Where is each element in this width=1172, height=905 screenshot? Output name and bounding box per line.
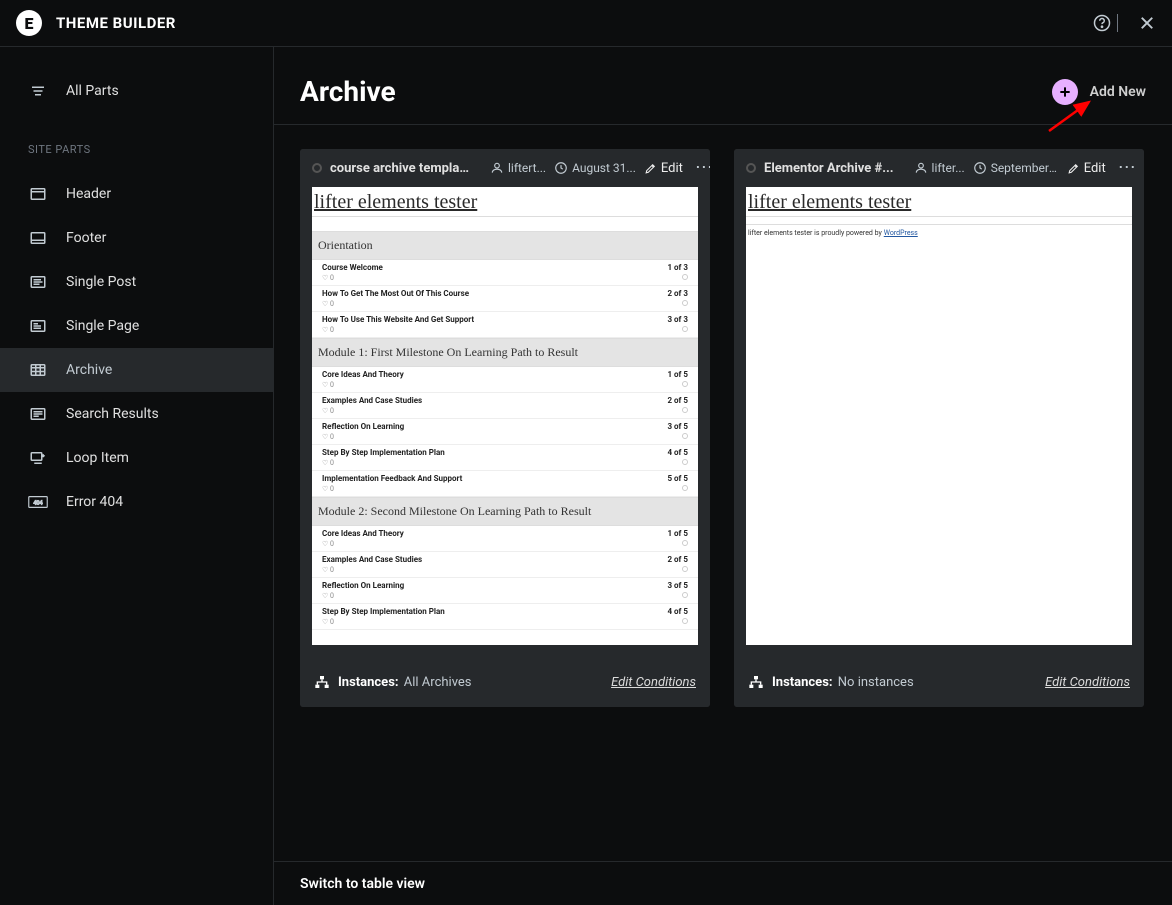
pencil-icon: [1067, 162, 1080, 175]
instances-text: Instances: All Archives: [338, 675, 472, 690]
sitemap-icon: [748, 674, 764, 690]
card-author: liftert...: [490, 161, 546, 175]
sidebar-item-archive[interactable]: Archive: [0, 348, 273, 392]
cards-grid: course archive templa... liftert... Augu…: [274, 125, 1172, 861]
page-title: Archive: [300, 75, 396, 108]
clock-icon: [554, 161, 568, 175]
sidebar-item-single-page[interactable]: Single Page: [0, 304, 273, 348]
status-dot: [312, 163, 322, 173]
single-post-icon: [28, 273, 48, 291]
sidebar-item-label: Footer: [66, 230, 106, 246]
bottom-bar: Switch to table view: [274, 861, 1172, 905]
loop-item-icon: [28, 449, 48, 467]
card-author: lifter...: [914, 161, 965, 175]
sidebar-item-loop-item[interactable]: Loop Item: [0, 436, 273, 480]
sidebar-item-label: Loop Item: [66, 450, 129, 466]
add-new-label: Add New: [1090, 84, 1146, 100]
user-icon: [914, 161, 928, 175]
sidebar-item-label: Single Post: [66, 274, 136, 290]
card-date: August 31...: [554, 161, 636, 175]
switch-to-table-view[interactable]: Switch to table view: [300, 876, 425, 892]
sitemap-icon: [314, 674, 330, 690]
status-dot: [746, 163, 756, 173]
card-title[interactable]: Elementor Archive #...: [764, 161, 894, 176]
single-page-icon: [28, 317, 48, 335]
sidebar-item-label: Header: [66, 186, 111, 202]
close-icon[interactable]: [1138, 14, 1156, 32]
main-area: Archive Add New course archive templa...: [274, 47, 1172, 905]
card-title[interactable]: course archive templa...: [330, 161, 470, 176]
edit-conditions-link[interactable]: Edit Conditions: [1045, 675, 1130, 690]
help-icon[interactable]: [1093, 14, 1111, 32]
more-options-button[interactable]: ⋯: [1114, 159, 1141, 177]
sidebar-item-footer[interactable]: Footer: [0, 216, 273, 260]
pencil-icon: [644, 162, 657, 175]
instances-text: Instances: No instances: [772, 675, 914, 690]
sidebar-item-search-results[interactable]: Search Results: [0, 392, 273, 436]
preview-site-title: lifter elements tester: [746, 187, 1132, 217]
template-card: Elementor Archive #... lifter... Septemb…: [734, 149, 1144, 707]
page-header: Archive Add New: [274, 47, 1172, 125]
sidebar-item-label: Single Page: [66, 318, 139, 334]
error-404-icon: 404: [28, 495, 48, 509]
top-bar: E THEME BUILDER: [0, 0, 1172, 47]
preview-powered-by: lifter elements tester is proudly powere…: [746, 225, 1132, 241]
card-footer: Instances: No instances Edit Conditions: [734, 657, 1144, 707]
search-results-icon: [28, 405, 48, 423]
sidebar-item-single-post[interactable]: Single Post: [0, 260, 273, 304]
card-header: course archive templa... liftert... Augu…: [300, 149, 710, 187]
clock-icon: [973, 161, 987, 175]
header-icon: [28, 185, 48, 203]
template-card: course archive templa... liftert... Augu…: [300, 149, 710, 707]
edit-button[interactable]: Edit: [1067, 161, 1106, 176]
footer-icon: [28, 229, 48, 247]
sidebar-item-label: All Parts: [66, 83, 119, 99]
sidebar: All Parts SITE PARTS Header Footer Singl…: [0, 47, 274, 905]
elementor-logo: E: [16, 10, 42, 36]
sidebar-item-header[interactable]: Header: [0, 172, 273, 216]
sidebar-item-label: Error 404: [66, 494, 123, 510]
app-title: THEME BUILDER: [56, 14, 176, 32]
template-preview[interactable]: lifter elements testerOrientationCourse …: [312, 187, 698, 645]
sidebar-section-label: SITE PARTS: [0, 113, 273, 172]
all-parts-icon: [28, 82, 48, 100]
divider: [1117, 14, 1118, 32]
card-header: Elementor Archive #... lifter... Septemb…: [734, 149, 1144, 187]
edit-conditions-link[interactable]: Edit Conditions: [611, 675, 696, 690]
svg-text:404: 404: [33, 500, 42, 506]
card-footer: Instances: All Archives Edit Conditions: [300, 657, 710, 707]
sidebar-item-error-404[interactable]: 404 Error 404: [0, 480, 273, 524]
card-date: September ...: [973, 161, 1059, 175]
user-icon: [490, 161, 504, 175]
edit-button[interactable]: Edit: [644, 161, 683, 176]
add-new-button[interactable]: Add New: [1052, 79, 1146, 105]
plus-icon: [1052, 79, 1078, 105]
sidebar-item-label: Archive: [66, 362, 112, 378]
template-preview[interactable]: lifter elements tester lifter elements t…: [746, 187, 1132, 645]
archive-icon: [28, 361, 48, 379]
sidebar-item-all-parts[interactable]: All Parts: [0, 69, 273, 113]
sidebar-item-label: Search Results: [66, 406, 159, 422]
more-options-button[interactable]: ⋯: [691, 159, 710, 177]
